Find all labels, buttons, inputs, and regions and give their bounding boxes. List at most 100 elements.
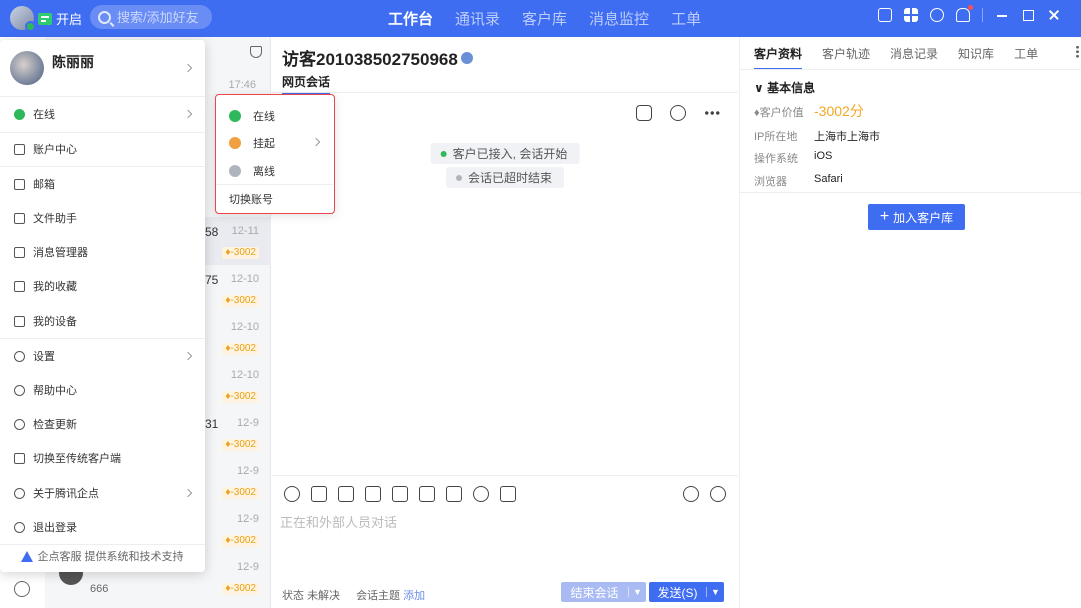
status-value[interactable]: 未解决 bbox=[307, 590, 340, 602]
tab-message-monitor[interactable]: 消息监控 bbox=[589, 8, 649, 29]
open-toggle[interactable]: 开启 bbox=[38, 9, 82, 28]
menu-item-message-manager[interactable]: 消息管理器 bbox=[0, 235, 205, 269]
search-box[interactable] bbox=[90, 5, 212, 29]
footer-text: 企点客服 提供系统和技术支持 bbox=[37, 551, 184, 563]
status-away[interactable]: 挂起 bbox=[216, 129, 333, 156]
message-input[interactable] bbox=[280, 512, 730, 572]
power-icon bbox=[14, 521, 25, 533]
menu-item-status[interactable]: 在线 bbox=[0, 97, 205, 131]
history-clock-icon[interactable] bbox=[710, 486, 726, 502]
value-badge: ♦-3002 bbox=[222, 391, 259, 403]
end-session-button[interactable]: 结束会话 ▼ bbox=[561, 582, 646, 602]
field-label: 操作系统 bbox=[754, 153, 798, 165]
menu-item-favorites[interactable]: 我的收藏 bbox=[0, 269, 205, 303]
tab-customer-profile[interactable]: 客户资料 bbox=[754, 45, 803, 70]
add-topic-link[interactable]: 添加 bbox=[403, 590, 425, 602]
emoji-icon[interactable] bbox=[284, 486, 300, 502]
field-label: 浏览器 bbox=[754, 176, 787, 188]
away-icon bbox=[229, 136, 241, 149]
send-button[interactable]: 发送(S) ▼ bbox=[649, 582, 724, 602]
transfer-icon[interactable] bbox=[636, 105, 652, 121]
switch-account[interactable]: 切换账号 bbox=[216, 185, 333, 212]
upload-icon[interactable] bbox=[365, 486, 381, 502]
maximize-button[interactable] bbox=[1021, 8, 1035, 22]
image-icon[interactable] bbox=[392, 486, 408, 502]
tab-message-history[interactable]: 消息记录 bbox=[890, 45, 938, 70]
online-status-dot bbox=[25, 21, 36, 32]
minimize-button[interactable] bbox=[995, 8, 1009, 22]
menu-item-file-helper[interactable]: 文件助手 bbox=[0, 201, 205, 235]
visitor-name: 访客201038502750968 bbox=[282, 50, 458, 69]
top-bar: 开启 工作台 通讯录 客户库 消息监控 工单 bbox=[0, 0, 1081, 37]
status-offline[interactable]: 离线 bbox=[216, 157, 333, 184]
basic-info-section[interactable]: ∨ 基本信息 bbox=[754, 79, 815, 96]
quick-reply-icon[interactable] bbox=[683, 486, 699, 502]
menu-item-switch-classic[interactable]: 切换至传统客户端 bbox=[0, 441, 205, 475]
chevron-down-icon[interactable]: ▼ bbox=[706, 587, 724, 597]
main-nav: 工作台 通讯录 客户库 消息监控 工单 bbox=[388, 0, 701, 37]
apps-grid-icon[interactable] bbox=[904, 8, 918, 22]
input-area: 状态 未解决 会话主题 添加 结束会话 ▼ 发送(S) ▼ bbox=[272, 475, 738, 608]
session-time: 12-10 bbox=[230, 273, 259, 285]
tab-tickets[interactable]: 工单 bbox=[671, 8, 701, 29]
menu-item-label: 关于腾讯企点 bbox=[33, 488, 99, 500]
menu-item-logout[interactable]: 退出登录 bbox=[0, 510, 205, 544]
divider bbox=[982, 8, 983, 22]
menu-item-help[interactable]: 帮助中心 bbox=[0, 373, 205, 407]
menu-item-label: 我的收藏 bbox=[33, 281, 77, 293]
status-label: 状态 bbox=[282, 590, 304, 602]
menu-item-account-center[interactable]: 账户中心 bbox=[0, 132, 205, 166]
chevron-right-icon bbox=[183, 351, 193, 361]
tab-workbench[interactable]: 工作台 bbox=[388, 8, 433, 29]
status-label: 在线 bbox=[253, 110, 275, 123]
menu-item-check-update[interactable]: 检查更新 bbox=[0, 407, 205, 441]
topic-label: 会话主题 bbox=[356, 590, 401, 602]
settings-gear-icon[interactable] bbox=[14, 581, 30, 597]
help-icon[interactable] bbox=[930, 8, 944, 22]
contact-card-icon[interactable] bbox=[446, 486, 462, 502]
more-icon[interactable] bbox=[1076, 45, 1079, 58]
tab-ticket[interactable]: 工单 bbox=[1014, 45, 1038, 70]
add-to-customer-library-button[interactable]: + 加入客户库 bbox=[868, 204, 965, 230]
tab-knowledge-base[interactable]: 知识库 bbox=[958, 45, 994, 70]
value-badge: ♦-3002 bbox=[222, 583, 259, 595]
tab-contacts[interactable]: 通讯录 bbox=[455, 8, 500, 29]
menu-item-label: 邮箱 bbox=[33, 179, 55, 191]
profile-header[interactable]: 陈丽丽 bbox=[0, 40, 205, 97]
scissors-icon[interactable] bbox=[311, 486, 327, 502]
section-title: 基本信息 bbox=[767, 81, 816, 95]
badge-icon[interactable] bbox=[670, 105, 686, 121]
folder-icon[interactable] bbox=[338, 486, 354, 502]
status-label: 离线 bbox=[253, 165, 275, 178]
status-online[interactable]: 在线 bbox=[216, 102, 333, 129]
menu-item-settings[interactable]: 设置 bbox=[0, 339, 205, 373]
add-user-icon[interactable] bbox=[473, 486, 489, 502]
user-name: 陈丽丽 bbox=[52, 54, 94, 70]
tab-customer-track[interactable]: 客户轨迹 bbox=[822, 45, 870, 70]
chevron-down-icon[interactable]: ▼ bbox=[628, 587, 646, 597]
session-number: 58 bbox=[205, 225, 219, 239]
status-submenu: 在线 挂起 离线 切换账号 bbox=[215, 94, 335, 214]
font-icon[interactable] bbox=[419, 486, 435, 502]
info-icon bbox=[14, 487, 25, 499]
menu-item-label: 切换至传统客户端 bbox=[33, 453, 121, 465]
menu-item-about[interactable]: 关于腾讯企点 bbox=[0, 476, 205, 510]
menu-item-label: 账户中心 bbox=[33, 144, 77, 156]
shield-icon[interactable] bbox=[500, 486, 516, 502]
chat-top-tools bbox=[636, 105, 720, 121]
close-button[interactable] bbox=[1047, 8, 1061, 22]
status-dot bbox=[455, 174, 462, 181]
search-input[interactable] bbox=[117, 9, 207, 25]
menu-item-label: 退出登录 bbox=[33, 522, 77, 534]
tab-customers[interactable]: 客户库 bbox=[522, 8, 567, 29]
menu-item-mail[interactable]: 邮箱 bbox=[0, 167, 205, 201]
bell-icon[interactable] bbox=[956, 5, 973, 22]
user-avatar[interactable] bbox=[10, 6, 36, 32]
menu-item-label: 帮助中心 bbox=[33, 385, 77, 397]
session-time: 12-9 bbox=[236, 465, 259, 477]
more-icon[interactable] bbox=[704, 111, 720, 115]
toolbox-icon[interactable] bbox=[878, 8, 892, 22]
filter-icon[interactable] bbox=[250, 46, 262, 58]
menu-item-devices[interactable]: 我的设备 bbox=[0, 304, 205, 338]
message-icon bbox=[14, 246, 25, 258]
